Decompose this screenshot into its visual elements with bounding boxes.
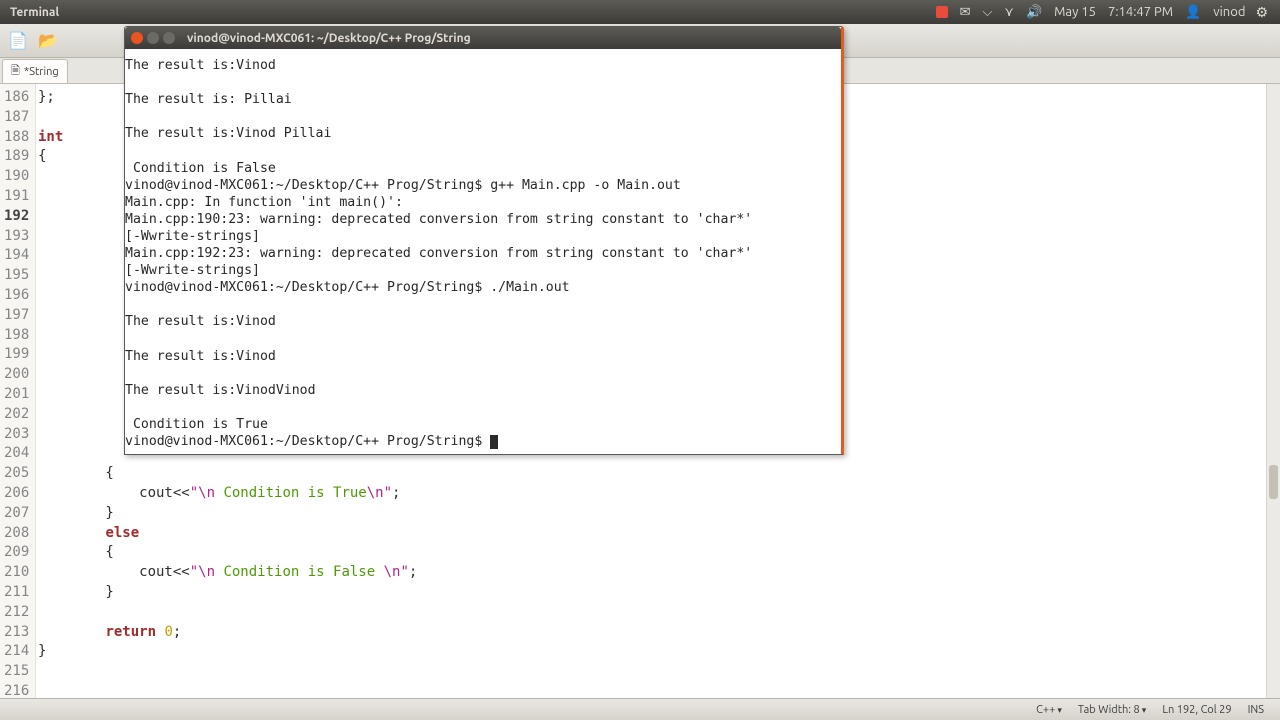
- terminal-window[interactable]: vinod@vinod-MXC061: ~/Desktop/C++ Prog/S…: [124, 26, 844, 455]
- status-ins: INS: [1248, 704, 1264, 716]
- terminal-titlebar[interactable]: vinod@vinod-MXC061: ~/Desktop/C++ Prog/S…: [125, 27, 841, 49]
- terminal-cursor: [490, 435, 498, 449]
- line-gutter: 1861871881891901911921931941951961971981…: [0, 84, 36, 698]
- scrollbar-thumb[interactable]: [1269, 465, 1278, 499]
- status-bar: C++ Tab Width: 8 Ln 192, Col 29 INS: [0, 698, 1280, 720]
- tab-string[interactable]: 🗎 *String: [2, 59, 68, 83]
- document-icon: 🗎: [11, 62, 20, 81]
- panel-app-title: Terminal: [10, 6, 59, 19]
- terminal-body[interactable]: The result is:Vinod The result is: Pilla…: [125, 49, 841, 454]
- top-panel: Terminal ✉ ⌵ ⋎ 🔊 May 15 7:14:47 PM 👤 vin…: [0, 0, 1280, 24]
- panel-user[interactable]: vinod: [1213, 5, 1245, 19]
- open-file-button[interactable]: 📂: [36, 29, 60, 53]
- panel-time[interactable]: 7:14:47 PM: [1108, 5, 1173, 19]
- settings-gear-icon[interactable]: ⚙: [1255, 4, 1268, 21]
- bluetooth-icon[interactable]: ⌵: [983, 5, 993, 20]
- vertical-scrollbar[interactable]: [1266, 84, 1280, 698]
- status-lang[interactable]: C++: [1036, 704, 1062, 716]
- terminal-output: The result is:Vinod The result is: Pilla…: [125, 58, 752, 449]
- panel-date[interactable]: May 15: [1054, 5, 1096, 19]
- mail-icon[interactable]: ✉: [960, 5, 971, 20]
- terminal-title: vinod@vinod-MXC061: ~/Desktop/C++ Prog/S…: [187, 32, 471, 45]
- volume-icon[interactable]: 🔊: [1026, 5, 1042, 20]
- status-tab-width[interactable]: Tab Width: 8: [1078, 704, 1146, 716]
- tab-label: *String: [24, 66, 59, 78]
- window-minimize-icon[interactable]: [147, 32, 159, 44]
- wifi-icon[interactable]: ⋎: [1004, 5, 1014, 20]
- new-file-button[interactable]: 📄: [6, 29, 30, 53]
- window-close-icon[interactable]: [131, 32, 143, 44]
- record-indicator-icon: [936, 6, 948, 18]
- window-maximize-icon[interactable]: [163, 32, 175, 44]
- status-cursor: Ln 192, Col 29: [1162, 704, 1231, 716]
- user-icon[interactable]: 👤: [1185, 5, 1201, 20]
